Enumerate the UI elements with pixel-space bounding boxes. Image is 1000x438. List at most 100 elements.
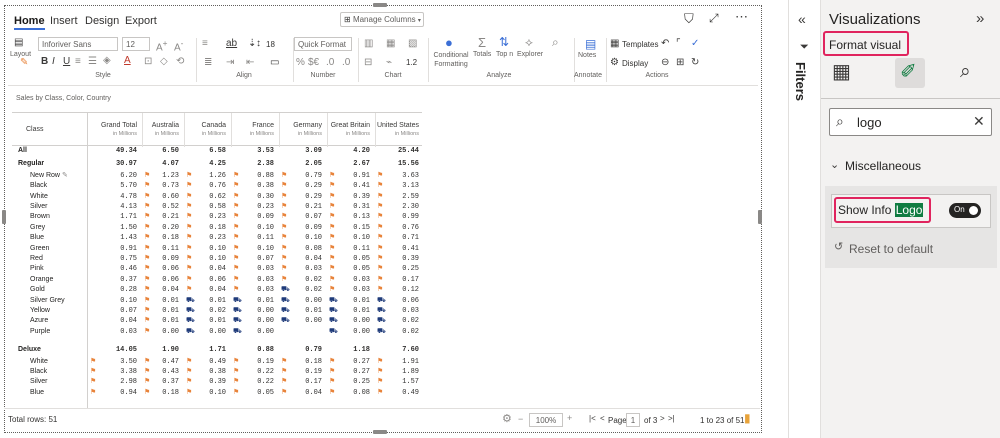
cell-value[interactable]: 0.02 (402, 327, 419, 337)
cell-value[interactable]: 0.09 (305, 223, 322, 233)
bold-icon[interactable]: B (41, 57, 48, 67)
table-row[interactable]: Blue 1.43 ⚑ 0.18 ⚑ 0.23 ⚑ 0.11 ⚑ 0.10 ⚑ 0.10 ⚑ 0.71 (12, 233, 422, 243)
group-row[interactable]: ⊟Deluxe14.051.901.710.880.791.187.60 (12, 345, 422, 355)
tab-export[interactable]: Export (125, 15, 157, 27)
explorer-button[interactable]: Explorer (517, 51, 543, 58)
cell-value[interactable]: 0.02 (305, 275, 322, 285)
table-row[interactable]: Azure 0.04 ⚑ 0.01 ⛟ 0.01 ⛟ 0.00 ⛟ 0.00 ⛟ 0.00 ⛟ 0.02 (12, 316, 422, 326)
filters-label[interactable]: Filters (793, 62, 808, 101)
line-chart-icon[interactable]: ⊟ (364, 58, 372, 68)
cell-value[interactable]: 0.79 (305, 345, 322, 355)
cell-value[interactable]: 0.41 (353, 181, 370, 191)
cell-value[interactable]: 2.05 (305, 159, 322, 169)
cell-value[interactable]: 0.18 (162, 388, 179, 398)
cell-value[interactable]: 2.67 (353, 159, 370, 169)
show-info-logo-toggle[interactable]: On (949, 203, 981, 218)
cell-value[interactable]: 0.00 (305, 316, 322, 326)
cell-value[interactable]: 0.76 (209, 181, 226, 191)
waterfall-chart-icon[interactable]: ▧ (408, 39, 417, 49)
cell-value[interactable]: 0.18 (162, 233, 179, 243)
font-size-select[interactable]: 12 (122, 37, 150, 51)
more-options-icon[interactable]: ⋯ (735, 10, 748, 23)
cell-value[interactable]: 0.19 (257, 357, 274, 367)
group-row[interactable]: ⊟All49.346.506.583.533.094.2025.44 (12, 146, 422, 156)
bar-chart-icon[interactable]: ▥ (364, 39, 373, 49)
cell-value[interactable]: 0.49 (209, 357, 226, 367)
cell-value[interactable]: 1.18 (353, 345, 370, 355)
cell-value[interactable]: 0.28 (120, 285, 137, 295)
cell-value[interactable]: 3.13 (402, 181, 419, 191)
cell-value[interactable]: 3.53 (257, 146, 274, 156)
cell-value[interactable]: 0.01 (353, 306, 370, 316)
table-row[interactable]: New Row ✎ 6.20 ⚑ 1.23 ⚑ 1.26 ⚑ 0.88 ⚑ 0.79 ⚑ 0.91 ⚑ 3.… (12, 171, 422, 181)
cell-value[interactable]: 0.25 (353, 377, 370, 387)
cell-value[interactable]: 2.38 (257, 159, 274, 169)
cell-value[interactable]: 3.63 (402, 171, 419, 181)
cell-value[interactable]: 0.09 (257, 212, 274, 222)
section-miscellaneous[interactable]: Miscellaneous (845, 159, 921, 173)
cell-value[interactable]: 0.11 (257, 233, 274, 243)
cell-value[interactable]: 0.30 (257, 192, 274, 202)
cell-value[interactable]: 1.91 (402, 357, 419, 367)
display-button[interactable]: Display (622, 59, 648, 68)
search-box[interactable]: ⌕ logo ✕ (829, 108, 992, 136)
cell-value[interactable]: 0.03 (257, 275, 274, 285)
font-shrink-icon[interactable]: A- (174, 39, 183, 53)
cell-value[interactable]: 0.17 (305, 377, 322, 387)
cell-value[interactable]: 0.13 (353, 212, 370, 222)
cell-value[interactable]: 0.46 (120, 264, 137, 274)
column-header-united-states[interactable]: United States in Millions (377, 121, 419, 139)
cell-value[interactable]: 0.06 (402, 296, 419, 306)
cell-value[interactable]: 0.41 (402, 244, 419, 254)
cell-value[interactable]: 0.94 (120, 388, 137, 398)
cell-value[interactable]: 0.12 (402, 285, 419, 295)
cell-value[interactable]: 0.05 (257, 388, 274, 398)
cell-value[interactable]: 0.23 (257, 202, 274, 212)
cell-value[interactable]: 0.07 (305, 212, 322, 222)
cell-value[interactable]: 0.39 (209, 377, 226, 387)
cell-value[interactable]: 0.47 (162, 357, 179, 367)
border-icon[interactable]: ⊡ (144, 57, 152, 67)
cell-value[interactable]: 2.59 (402, 192, 419, 202)
cell-value[interactable]: 1.57 (402, 377, 419, 387)
cell-value[interactable]: 0.11 (162, 244, 179, 254)
cell-value[interactable]: 0.49 (402, 388, 419, 398)
cell-value[interactable]: 49.34 (116, 146, 137, 156)
column-header-class[interactable]: Class (26, 125, 44, 134)
table-row[interactable]: Purple 0.03 ⚑ 0.00 ⛟ 0.00 ⛟ 0.00 ⛟ 0.00 ⛟ 0.02 (12, 327, 422, 337)
cell-value[interactable]: 3.38 (120, 367, 137, 377)
paint-icon[interactable]: ✎ (20, 58, 28, 68)
cell-value[interactable]: 0.01 (305, 306, 322, 316)
font-grow-icon[interactable]: A+ (156, 39, 168, 53)
table-row[interactable]: Black 5.70 ⚑ 0.73 ⚑ 0.76 ⚑ 0.38 ⚑ 0.29 ⚑ 0.41 ⚑ 3.13 (12, 181, 422, 191)
cell-value[interactable]: 0.15 (353, 223, 370, 233)
zoom-input[interactable]: 100% (529, 413, 563, 427)
cell-value[interactable]: 0.00 (353, 327, 370, 337)
resize-handle-right[interactable] (758, 210, 762, 224)
cell-value[interactable]: 0.27 (353, 367, 370, 377)
cell-value[interactable]: 0.01 (162, 296, 179, 306)
table-row[interactable]: Yellow 0.07 ⚑ 0.01 ⛟ 0.02 ⛟ 0.00 ⛟ 0.01 ⛟ 0.01 ⛟ 0.03 (12, 306, 422, 316)
format-visual-tab[interactable]: ✐ (895, 58, 925, 88)
notes-icon[interactable]: ▤ (585, 38, 596, 50)
expand-right-icon[interactable]: » (976, 11, 984, 26)
templates-icon[interactable]: ▦ (610, 39, 619, 49)
cell-value[interactable]: 25.44 (398, 146, 419, 156)
cell-value[interactable]: 0.02 (402, 316, 419, 326)
conditional-formatting-button[interactable]: Conditional Formatting (429, 51, 473, 69)
table-row[interactable]: Silver Grey 0.10 ⚑ 0.01 ⛟ 0.01 ⛟ 0.01 ⛟ 0.00 ⛟ 0.01… (12, 296, 422, 306)
cell-value[interactable]: 1.26 (209, 171, 226, 181)
cell-value[interactable]: 0.08 (305, 244, 322, 254)
cell-value[interactable]: 0.08 (353, 388, 370, 398)
cell-value[interactable]: 2.30 (402, 202, 419, 212)
cell-value[interactable]: 0.19 (305, 367, 322, 377)
cell-value[interactable]: 0.99 (402, 212, 419, 222)
list-icon[interactable]: ☰ (88, 57, 97, 67)
cell-value[interactable]: 0.06 (209, 275, 226, 285)
decimal-increase-icon[interactable]: .0 (326, 58, 334, 68)
cell-value[interactable]: 0.10 (209, 254, 226, 264)
cell-value[interactable]: 6.58 (209, 146, 226, 156)
cell-value[interactable]: 0.22 (257, 377, 274, 387)
decimal-decrease-icon[interactable]: .0 (342, 58, 350, 68)
table-row[interactable]: Green 0.91 ⚑ 0.11 ⚑ 0.10 ⚑ 0.10 ⚑ 0.08 ⚑ 0.11 ⚑ 0.41 (12, 244, 422, 254)
